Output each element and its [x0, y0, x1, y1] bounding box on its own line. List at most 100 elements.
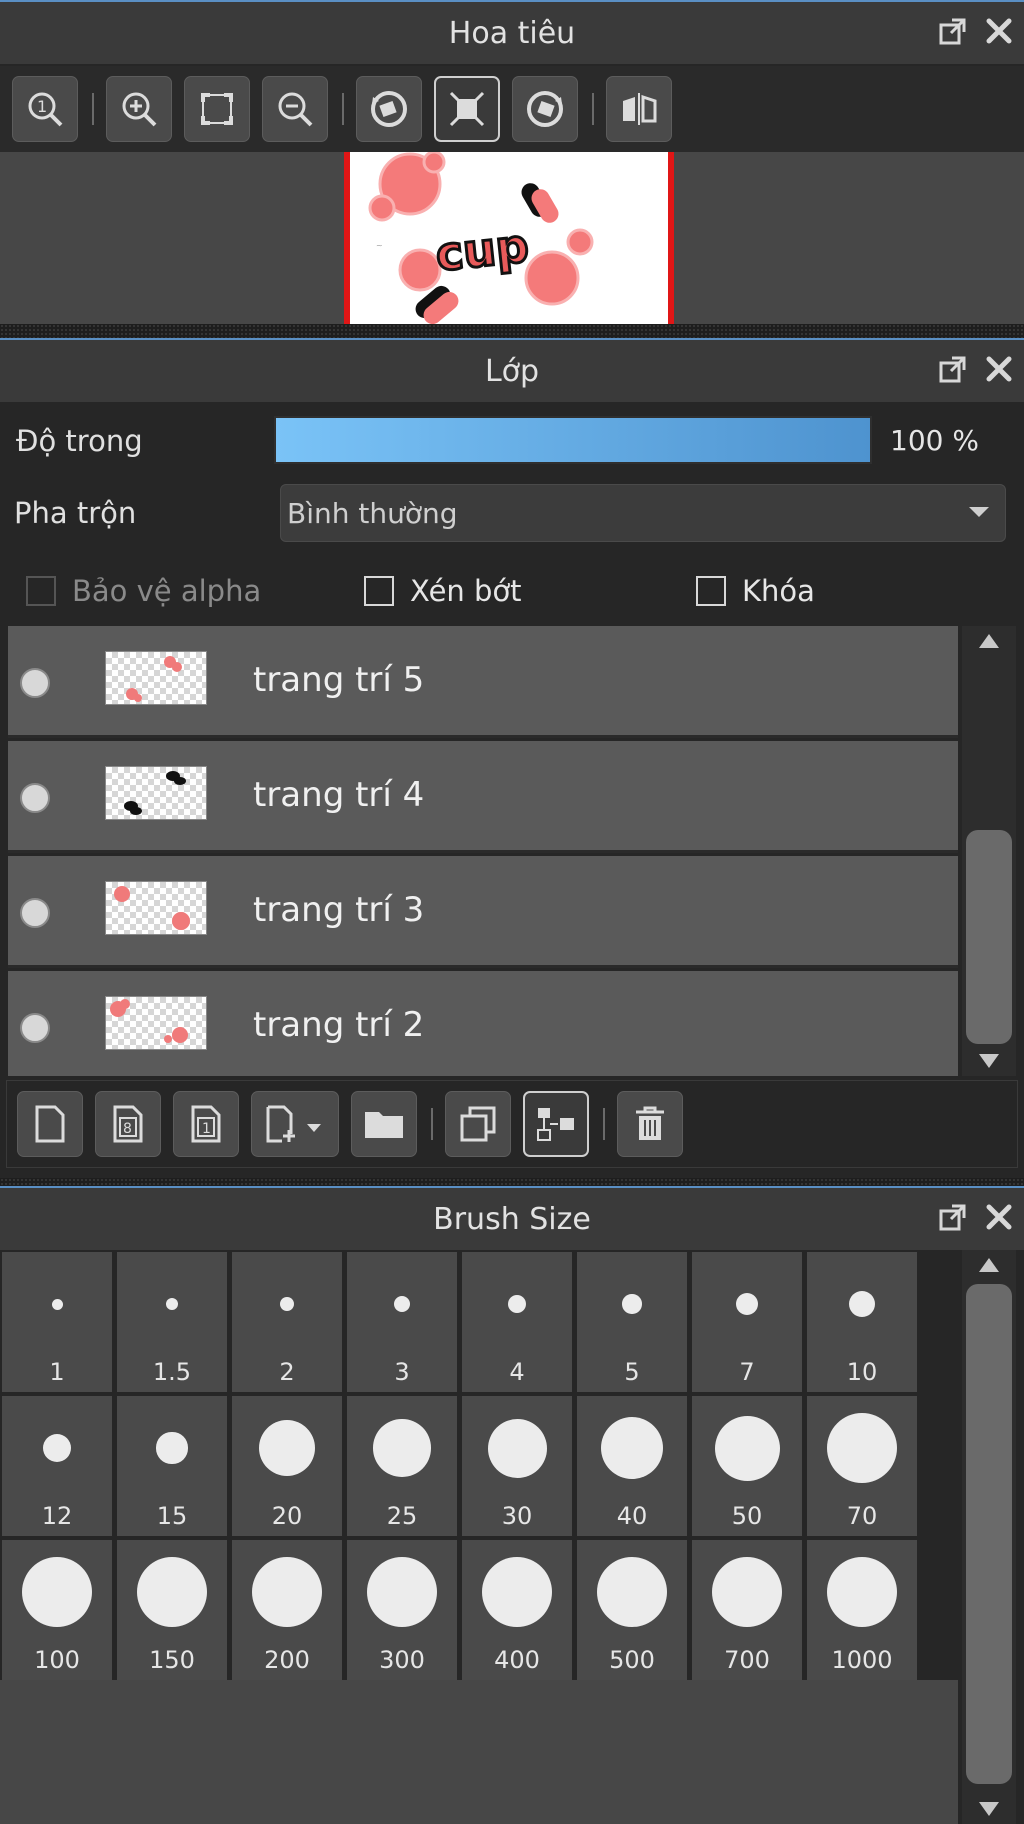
- undock-icon[interactable]: [938, 354, 968, 384]
- merge-down-button[interactable]: [523, 1091, 589, 1157]
- lock-checkbox[interactable]: Khóa: [696, 574, 815, 608]
- scroll-up-icon[interactable]: [979, 1258, 999, 1272]
- brush-size-option[interactable]: 700: [692, 1540, 802, 1680]
- close-icon[interactable]: [984, 16, 1014, 46]
- toolbar-separator: [603, 1108, 605, 1140]
- brush-dot-icon: [601, 1417, 663, 1479]
- scroll-down-icon[interactable]: [979, 1802, 999, 1816]
- close-icon[interactable]: [984, 354, 1014, 384]
- undock-icon[interactable]: [938, 1202, 968, 1232]
- brush-size-label: 20: [271, 1502, 303, 1530]
- brush-size-option[interactable]: 1.5: [117, 1252, 227, 1392]
- add-layer-menu-button[interactable]: [251, 1091, 339, 1157]
- new-1bit-layer-button[interactable]: 1: [173, 1091, 239, 1157]
- brush-dot-icon: [712, 1557, 782, 1627]
- opacity-value: 100 %: [890, 424, 979, 457]
- duplicate-layer-icon: [460, 1106, 496, 1142]
- brush-dot-icon: [714, 1415, 780, 1481]
- brush-size-option[interactable]: 1000: [807, 1540, 917, 1680]
- toolbar-separator: [592, 93, 594, 125]
- brush-size-option[interactable]: 7: [692, 1252, 802, 1392]
- new-folder-button[interactable]: [351, 1091, 417, 1157]
- clip-checkbox[interactable]: Xén bớt: [364, 574, 522, 608]
- zoom-in-button[interactable]: [106, 76, 172, 142]
- brush-size-option[interactable]: 150: [117, 1540, 227, 1680]
- reset-view-button[interactable]: [434, 76, 500, 142]
- brush-size-option[interactable]: 200: [232, 1540, 342, 1680]
- brush-size-option[interactable]: 300: [347, 1540, 457, 1680]
- visibility-toggle[interactable]: [20, 1013, 50, 1043]
- brush-size-option[interactable]: 2: [232, 1252, 342, 1392]
- layer-row[interactable]: trang trí 3: [8, 856, 958, 968]
- scroll-down-icon[interactable]: [979, 1054, 999, 1068]
- layer-list-scrollbar[interactable]: [962, 626, 1016, 1076]
- brush-preview: [577, 1396, 687, 1500]
- brush-dot-icon: [51, 1298, 63, 1310]
- brush-preview: [807, 1540, 917, 1644]
- navigator-preview[interactable]: cup ~: [0, 152, 1024, 324]
- fit-screen-button[interactable]: [184, 76, 250, 142]
- brush-size-option[interactable]: 3: [347, 1252, 457, 1392]
- brush-size-label: 150: [149, 1646, 195, 1674]
- zoom-actual-icon: 1: [28, 92, 63, 127]
- brush-size-option[interactable]: 20: [232, 1396, 342, 1536]
- brush-size-label: 30: [501, 1502, 533, 1530]
- layer-row[interactable]: trang trí 4: [8, 741, 958, 853]
- scroll-up-icon[interactable]: [979, 634, 999, 648]
- new-layer-button[interactable]: [17, 1091, 83, 1157]
- scrollbar-thumb[interactable]: [966, 1284, 1012, 1784]
- new-8bit-layer-icon: 8: [113, 1105, 143, 1143]
- visibility-toggle[interactable]: [20, 668, 50, 698]
- opacity-slider[interactable]: [274, 416, 872, 464]
- brush-size-option[interactable]: 4: [462, 1252, 572, 1392]
- layers-title: Lớp: [484, 353, 540, 389]
- visibility-toggle[interactable]: [20, 783, 50, 813]
- brush-size-option[interactable]: 5: [577, 1252, 687, 1392]
- protect-alpha-label: Bảo vệ alpha: [72, 574, 262, 608]
- opacity-slider-fill: [276, 418, 870, 462]
- brush-size-label: 12: [41, 1502, 73, 1530]
- layer-thumbnail: [105, 881, 207, 935]
- brush-size-option[interactable]: 500: [577, 1540, 687, 1680]
- merge-down-icon: [537, 1108, 574, 1141]
- visibility-toggle[interactable]: [20, 898, 50, 928]
- brush-size-option[interactable]: 70: [807, 1396, 917, 1536]
- layer-thumbnail: [105, 996, 207, 1050]
- protect-alpha-checkbox[interactable]: Bảo vệ alpha: [26, 574, 261, 608]
- layer-row[interactable]: trang trí 5: [8, 626, 958, 738]
- rotate-left-button[interactable]: [356, 76, 422, 142]
- brush-size-option[interactable]: 40: [577, 1396, 687, 1536]
- brush-size-option[interactable]: 25: [347, 1396, 457, 1536]
- brush-size-option[interactable]: 30: [462, 1396, 572, 1536]
- brush-size-option[interactable]: 1: [2, 1252, 112, 1392]
- brush-size-title-bar: Brush Size: [0, 1186, 1024, 1250]
- flip-horizontal-button[interactable]: [606, 76, 672, 142]
- brush-dot-icon: [508, 1295, 526, 1313]
- clip-label: Xén bớt: [410, 574, 522, 608]
- brush-size-option[interactable]: 100: [2, 1540, 112, 1680]
- brush-size-option[interactable]: 10: [807, 1252, 917, 1392]
- new-8bit-layer-button[interactable]: 8: [95, 1091, 161, 1157]
- layer-name: trang trí 5: [253, 660, 425, 700]
- blend-mode-select[interactable]: Bình thường: [280, 484, 1006, 542]
- undock-icon[interactable]: [938, 16, 968, 46]
- brush-size-option[interactable]: 400: [462, 1540, 572, 1680]
- close-icon[interactable]: [984, 1202, 1014, 1232]
- opacity-label: Độ trong: [16, 424, 143, 458]
- add-layer-menu-icon: [266, 1105, 321, 1143]
- zoom-actual-size-button[interactable]: 1: [12, 76, 78, 142]
- duplicate-layer-button[interactable]: [445, 1091, 511, 1157]
- brush-size-option[interactable]: 15: [117, 1396, 227, 1536]
- zoom-out-button[interactable]: [262, 76, 328, 142]
- brush-size-option[interactable]: 12: [2, 1396, 112, 1536]
- brush-preview: [807, 1396, 917, 1500]
- rotate-right-button[interactable]: [512, 76, 578, 142]
- delete-layer-button[interactable]: [617, 1091, 683, 1157]
- brush-size-scrollbar[interactable]: [962, 1250, 1016, 1824]
- layer-thumbnail: [105, 651, 207, 705]
- brush-size-option[interactable]: 50: [692, 1396, 802, 1536]
- layer-row[interactable]: trang trí 2: [8, 971, 958, 1076]
- brush-dot-icon: [137, 1557, 207, 1627]
- zoom-in-icon: [122, 92, 157, 127]
- scrollbar-thumb[interactable]: [966, 830, 1012, 1044]
